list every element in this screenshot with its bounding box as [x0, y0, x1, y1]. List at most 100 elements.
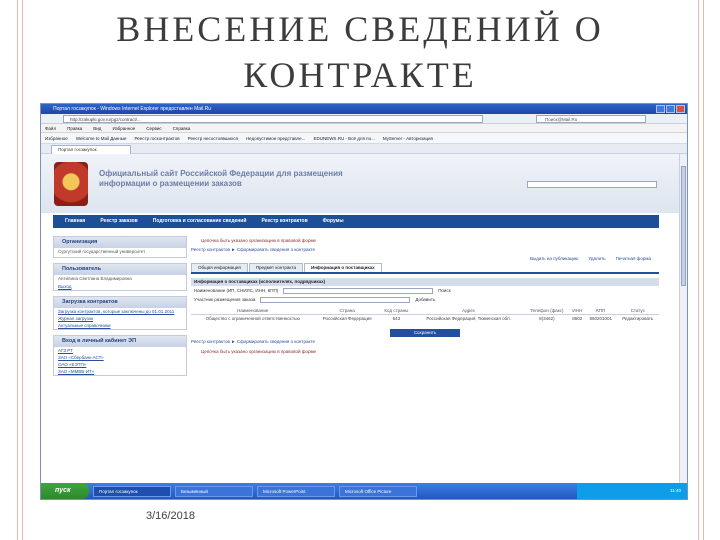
table-cell: Общество с ограниченной ответственностью	[205, 316, 300, 321]
column-header: Статус	[616, 307, 659, 315]
upload-link[interactable]: Загрузка контрактов, которые заключены д…	[54, 308, 186, 315]
taskbar: пуск Портал госзакупок Безымянный Micros…	[41, 483, 687, 499]
table-header-row: Наименование Страна Код страны Адрес Тел…	[191, 307, 659, 315]
cabinet-link[interactable]: АГЗ РТ	[54, 347, 186, 354]
participant-select[interactable]	[260, 296, 411, 303]
favorites-item[interactable]: Избранное	[45, 133, 68, 143]
right-border-line	[703, 0, 704, 540]
menu-item[interactable]: Справка	[173, 124, 191, 132]
upload-link[interactable]: Журнал загрузок	[54, 315, 186, 322]
breadcrumb-link[interactable]: Реестр контрактов	[191, 247, 230, 252]
nav-item[interactable]: Подготовка и согласование сведений	[153, 215, 247, 228]
table-cell: 8602	[572, 316, 583, 321]
column-header: Код страны	[379, 307, 414, 315]
suppliers-table: Наименование Страна Код страны Адрес Тел…	[191, 307, 659, 323]
right-border-line	[698, 0, 699, 540]
slide-title: ВНЕСЕНИЕ СВЕДЕНИЙ О КОНТРАКТЕ	[40, 6, 680, 98]
warning-note: Цепочка быть указано организацию в право…	[201, 238, 317, 243]
menu-item[interactable]: Файл	[45, 124, 56, 132]
site-search-input[interactable]	[527, 181, 657, 188]
favorites-item[interactable]: MyServer - Авторизация	[383, 133, 433, 143]
menu-item[interactable]: Избранное	[112, 124, 135, 132]
taskbar-item[interactable]: Безымянный	[175, 485, 253, 497]
taskbar-item[interactable]: Портал госзакупок	[93, 485, 171, 497]
address-input[interactable]: http://zakupki.gov.ru/pgz/contract/...	[63, 115, 483, 123]
upload-panel: Загрузка контрактов Загрузка контрактов,…	[53, 296, 187, 330]
coat-of-arms-icon	[54, 162, 88, 206]
supplier-name-input[interactable]	[283, 287, 434, 294]
add-link[interactable]: Добавить	[415, 295, 435, 304]
menu-item[interactable]: Правка	[67, 124, 82, 132]
menu-item[interactable]: Сервис	[146, 124, 161, 132]
scroll-thumb[interactable]	[681, 166, 686, 286]
search-link[interactable]: Поиск	[438, 286, 450, 295]
org-panel: Организация Сургутский государственный у…	[53, 236, 187, 258]
nav-item[interactable]: Форумы	[323, 215, 344, 228]
cabinet-panel: Вход в личный кабинет ЭП АГЗ РТ ЗАО «Сбе…	[53, 335, 187, 376]
menu-item[interactable]: Вид	[93, 124, 101, 132]
favorites-item[interactable]: Реестр госконтрактов	[135, 133, 180, 143]
window-title: Портал госзакупок - Windows Internet Exp…	[53, 106, 212, 112]
column-header: Адрес	[413, 307, 525, 315]
site-header: Официальный сайт Российской Федерации дл…	[41, 154, 679, 213]
favorites-item[interactable]: EDUNEWS.RU - Всё для по...	[313, 133, 374, 143]
print-link[interactable]: Печатная форма	[616, 256, 651, 261]
table-cell: 860201001	[589, 316, 612, 321]
nav-item[interactable]: Реестр заказов	[100, 215, 137, 228]
cabinet-panel-header: Вход в личный кабинет ЭП	[54, 336, 186, 347]
tab-subject[interactable]: Предмет контракта	[248, 263, 303, 272]
breadcrumb-link[interactable]: Реестр контрактов	[191, 339, 230, 344]
slide-title-line2: КОНТРАКТЕ	[243, 55, 477, 95]
section-header: Информация о поставщиках (исполнителях, …	[191, 278, 659, 286]
save-button[interactable]: Сохранить	[390, 328, 460, 337]
logout-link[interactable]: Выход	[54, 283, 186, 290]
menu-bar: Файл Правка Вид Избранное Сервис Справка	[41, 124, 687, 133]
table-cell: 643	[392, 316, 401, 321]
vertical-scrollbar[interactable]	[679, 154, 687, 483]
edit-link[interactable]: Редактировать	[616, 315, 659, 323]
web-page: Официальный сайт Российской Федерации дл…	[41, 154, 679, 483]
cabinet-link[interactable]: ЗАО «ММВБ-ИТ»	[54, 368, 186, 375]
taskbar-item[interactable]: Microsoft Office Picture	[339, 485, 417, 497]
favorites-item[interactable]: Реестр несостоявшихся	[188, 133, 238, 143]
search-input[interactable]: Поиск@Mail.Ru	[536, 115, 646, 123]
maximize-icon[interactable]	[666, 105, 675, 113]
tab-general[interactable]: Общая информация	[191, 263, 248, 272]
column-header: КПП	[584, 307, 617, 315]
slide-date: 3/16/2018	[146, 510, 195, 522]
favorites-bar: Избранное Welcome to Mail Данные Реестр …	[41, 133, 687, 144]
publish-link[interactable]: Выдать на публикацию	[530, 256, 578, 261]
start-button[interactable]: пуск	[41, 483, 89, 499]
breadcrumb-current: Сформировать сведения о контракте	[236, 247, 315, 252]
site-title: Официальный сайт Российской Федерации дл…	[99, 169, 343, 188]
system-tray-clock: 11:40	[577, 483, 687, 499]
favorites-item[interactable]: Недопустимое представле...	[246, 133, 306, 143]
column-header: Наименование	[191, 307, 315, 315]
cabinet-link[interactable]: ОАО «ЕЭТП»	[54, 361, 186, 368]
upload-panel-header: Загрузка контрактов	[54, 297, 186, 308]
delete-link[interactable]: Удалить	[588, 256, 605, 261]
action-links: Выдать на публикацию Удалить Печатная фо…	[530, 256, 651, 261]
upload-link[interactable]: Актуальные справочники	[54, 322, 186, 329]
breadcrumb: Реестр контрактов ► Сформировать сведени…	[191, 247, 315, 252]
tab-suppliers[interactable]: Информация о поставщиках	[303, 263, 382, 272]
minimize-icon[interactable]	[656, 105, 665, 113]
browser-tab[interactable]: Портал госзакупок	[51, 145, 131, 154]
warning-note-bottom: Цепочка быть указано организацию в право…	[201, 348, 317, 354]
table-cell: 8(3462)	[539, 316, 555, 321]
column-header: Телефон (факс)	[524, 307, 570, 315]
nav-item[interactable]: Главная	[65, 215, 85, 228]
column-header: Страна	[314, 307, 380, 315]
nav-item[interactable]: Реестр контрактов	[261, 215, 307, 228]
taskbar-item[interactable]: Microsoft PowerPoint	[257, 485, 335, 497]
user-panel: Пользователь Антипина Светлана Владимиро…	[53, 262, 187, 291]
left-border-line	[17, 0, 18, 540]
cabinet-link[interactable]: ЗАО «Сбербанк-АСТ»	[54, 354, 186, 361]
favorites-item[interactable]: Welcome to Mail Данные	[76, 133, 127, 143]
site-nav: Главная Реестр заказов Подготовка и согл…	[53, 215, 659, 228]
slide: ВНЕСЕНИЕ СВЕДЕНИЙ О КОНТРАКТЕ Портал гос…	[0, 0, 720, 540]
close-icon[interactable]	[676, 105, 685, 113]
org-panel-header: Организация	[54, 237, 186, 248]
form-row: Наименование (ИП, СНИЛС, ИНН, КПП) Поиск	[191, 286, 659, 295]
window-controls	[656, 105, 685, 113]
